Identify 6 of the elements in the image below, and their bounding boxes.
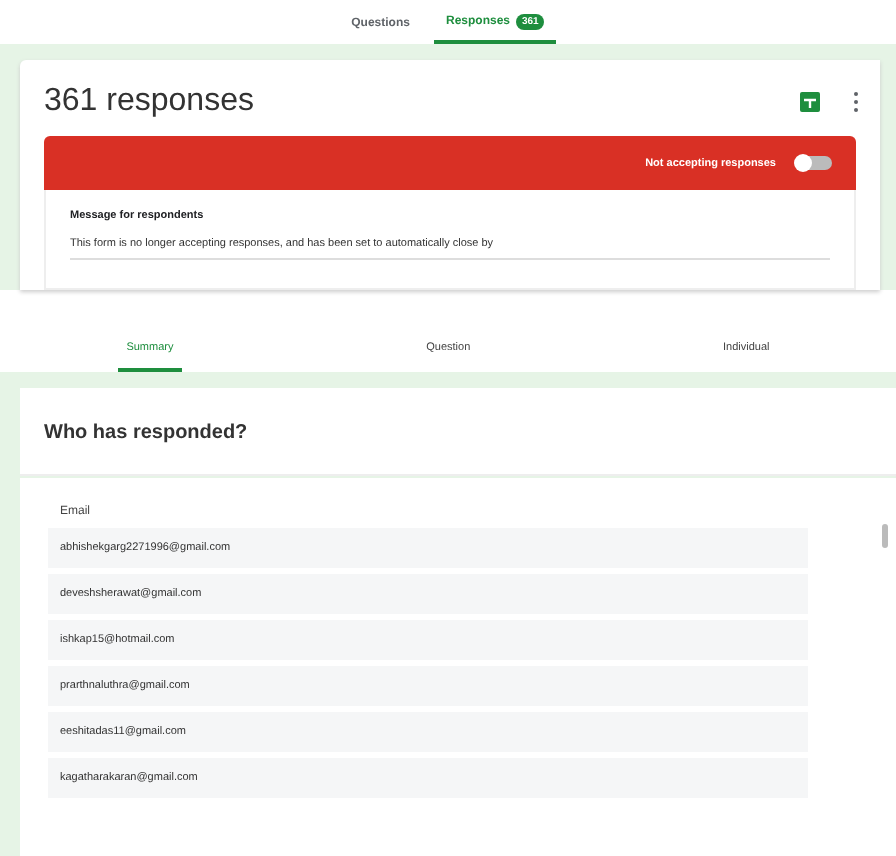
spreadsheet-icon[interactable]	[800, 92, 820, 112]
more-options-icon[interactable]	[852, 90, 860, 114]
scrollbar-thumb[interactable]	[882, 524, 888, 548]
responses-title: 361 responses	[44, 84, 256, 120]
accepting-toggle[interactable]	[796, 156, 832, 170]
section-title: Who has responded?	[44, 422, 248, 444]
